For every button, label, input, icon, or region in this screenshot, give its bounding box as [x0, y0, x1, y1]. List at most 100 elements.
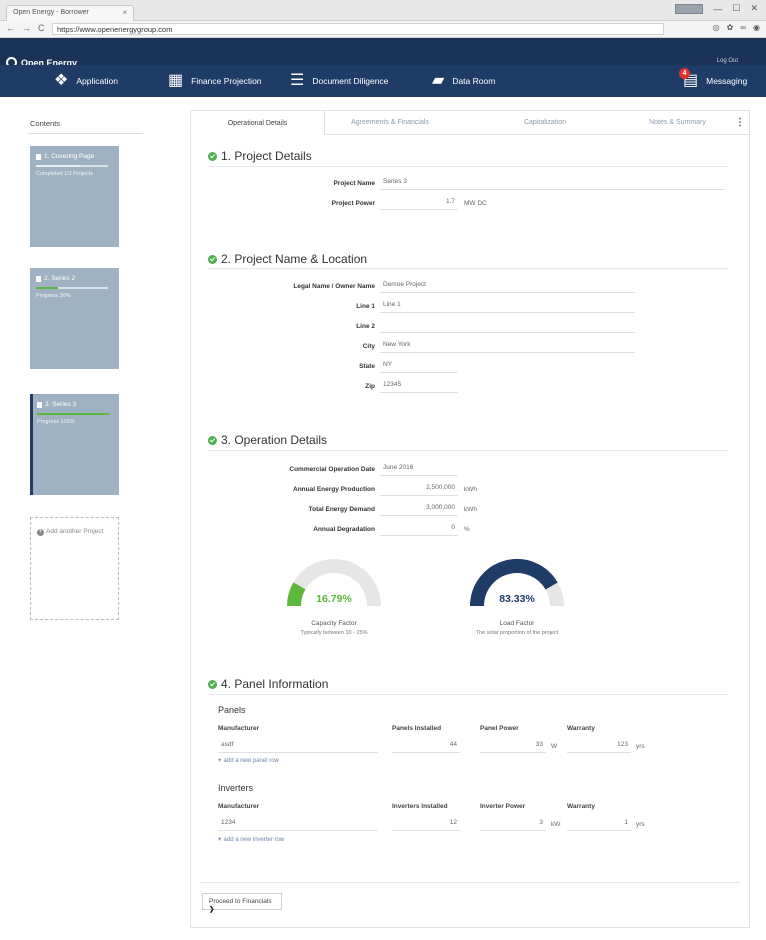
tab-capitalization[interactable]: Capitalization	[475, 110, 615, 135]
contents-heading: Contents	[30, 119, 61, 128]
progress-fill	[37, 413, 109, 415]
ted-input[interactable]: 3,000,000	[380, 504, 458, 516]
project-card-series-3[interactable]: 3. Series 3 Progress 100%	[30, 394, 119, 495]
nav-data-room[interactable]: ▰ Data Room	[432, 65, 495, 97]
panel-power-unit: W	[551, 743, 558, 750]
user-profile-icon[interactable]	[675, 3, 704, 14]
main-panel	[190, 110, 750, 928]
gear-icon[interactable]: ✿	[727, 23, 734, 32]
forward-icon[interactable]: →	[22, 23, 31, 33]
add-project-button[interactable]: + Add another Project	[30, 517, 119, 620]
url-field[interactable]: https://www.openenergygroup.com	[52, 23, 664, 35]
page-icon	[37, 401, 42, 408]
sidebar-divider	[28, 133, 143, 134]
panel-warranty-input[interactable]: 123	[567, 741, 631, 753]
link-icon[interactable]: ∞	[740, 23, 746, 32]
zip-input[interactable]: 12345	[380, 381, 458, 393]
project-card-status: Progress 100%	[37, 419, 75, 425]
inverter-manufacturer-input[interactable]: 1234	[218, 819, 378, 831]
nav-finance-projection[interactable]: ▦ Finance Projection	[168, 65, 262, 97]
warranty-column-header: Warranty	[567, 803, 595, 810]
browser-tab[interactable]: Open Energy - Borrower ×	[6, 5, 134, 21]
window-controls: — ☐ ✕	[675, 3, 758, 14]
inverters-installed-column-header: Inverters Installed	[392, 803, 448, 810]
state-input[interactable]: NY	[380, 361, 458, 373]
capacity-factor-label: Capacity Factor	[311, 620, 357, 627]
project-power-label: Project Power	[331, 200, 375, 207]
reload-icon[interactable]: C	[38, 23, 45, 33]
panel-manufacturer-input[interactable]: asdf	[218, 741, 378, 753]
logout-link[interactable]: Log Out	[717, 58, 738, 64]
window-close-icon[interactable]: ✕	[750, 3, 758, 14]
project-card-title: 2. Series 2	[44, 275, 76, 282]
capacity-factor-note: Typically between 10 - 25%	[300, 630, 368, 636]
project-name-input[interactable]: Series 3	[380, 178, 725, 190]
proceed-to-financials-button[interactable]: Proceed to Financials ❯	[202, 893, 282, 913]
cod-input[interactable]: June 2016	[380, 464, 458, 476]
section-operation-header: 3. Operation Details	[208, 433, 327, 447]
close-icon[interactable]: ×	[122, 8, 127, 17]
menu-icon[interactable]: ◉	[753, 23, 760, 32]
section-divider	[208, 268, 728, 269]
inverters-installed-input[interactable]: 12	[392, 819, 460, 831]
city-input[interactable]: New York	[380, 341, 635, 353]
back-icon[interactable]: ←	[6, 23, 15, 33]
chevron-right-icon: ❯	[209, 906, 215, 913]
project-card-status: Completed 1/2 Projects	[36, 171, 94, 177]
plus-icon: +	[218, 837, 222, 843]
progress-bar	[36, 165, 108, 167]
footer-divider	[200, 882, 740, 883]
section-location-header: 2. Project Name & Location	[208, 252, 367, 266]
aep-unit: kWh	[464, 486, 477, 493]
city-label: City	[362, 343, 375, 350]
aep-input[interactable]: 2,500,000	[380, 484, 458, 496]
check-icon	[208, 435, 217, 445]
proceed-label: Proceed to Financials	[209, 898, 272, 905]
panels-installed-input[interactable]: 44	[392, 741, 460, 753]
tab-agreements-financials[interactable]: Agreements & Financials	[325, 110, 455, 135]
more-menu-icon[interactable]: ⋮	[735, 117, 745, 128]
project-card-covering-page[interactable]: 1. Covering Page Completed 1/2 Projects	[30, 146, 119, 247]
minimize-icon[interactable]: —	[713, 4, 722, 14]
checklist-icon: ❖	[54, 72, 69, 89]
aep-label: Annual Energy Production	[293, 486, 375, 493]
cod-label: Commercial Operation Date	[289, 466, 375, 473]
folder-icon: ▰	[432, 72, 445, 89]
address-bar-row: ← → C https://www.openenergygroup.com ◎ …	[0, 21, 766, 38]
capacity-factor-value: 16.79%	[316, 593, 352, 605]
panel-warranty-unit: yrs	[636, 743, 645, 750]
add-project-label: Add another Project	[46, 528, 104, 535]
section-divider	[208, 166, 728, 167]
degradation-input[interactable]: 0	[380, 524, 458, 536]
nav-messaging[interactable]: ▤ 4 Messaging	[679, 65, 747, 97]
inverter-warranty-input[interactable]: 1	[567, 819, 631, 831]
page-icon	[36, 153, 41, 160]
nav-document-diligence[interactable]: ☰ Document Diligence	[290, 65, 388, 97]
project-name-label: Project Name	[333, 180, 375, 187]
check-icon	[208, 254, 217, 264]
project-card-series-2[interactable]: 2. Series 2 Progress 30%	[30, 268, 119, 369]
tab-notes-summary[interactable]: Notes & Summary	[620, 110, 735, 135]
browser-tab-title: Open Energy - Borrower	[13, 9, 89, 16]
tab-operational-details[interactable]: Operational Details	[190, 110, 325, 135]
browser-tab-strip: Open Energy - Borrower × — ☐ ✕	[0, 0, 766, 21]
check-icon	[208, 151, 217, 161]
maximize-icon[interactable]: ☐	[732, 3, 740, 14]
legal-name-input[interactable]: Demoe Project	[380, 281, 635, 293]
panel-power-input[interactable]: 33	[480, 741, 546, 753]
nav-application[interactable]: ❖ Application	[54, 65, 118, 97]
extension-icon[interactable]: ◎	[713, 23, 720, 32]
add-panel-row-link[interactable]: + add a new panel row	[218, 758, 279, 764]
section-divider	[208, 694, 728, 695]
manufacturer-column-header: Manufacturer	[218, 803, 260, 810]
project-power-input[interactable]: 1.7	[380, 198, 458, 210]
load-factor-value: 83.33%	[499, 593, 535, 605]
line1-input[interactable]: Line 1	[380, 301, 635, 313]
line2-input[interactable]	[380, 321, 635, 333]
add-inverter-row-link[interactable]: + add a new inverter row	[218, 837, 284, 843]
add-icon: +	[37, 529, 44, 536]
progress-fill	[36, 287, 58, 289]
manufacturer-column-header: Manufacturer	[218, 725, 260, 732]
inverter-power-input[interactable]: 3	[480, 819, 546, 831]
progress-bar	[36, 287, 108, 289]
